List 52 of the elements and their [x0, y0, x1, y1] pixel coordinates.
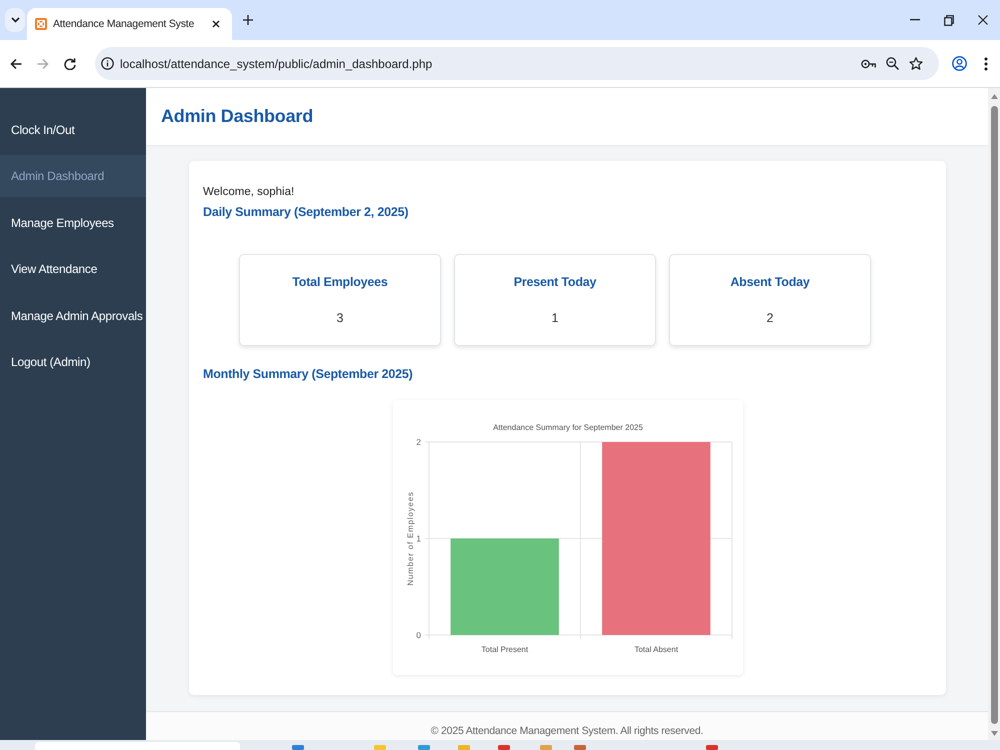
more-vertical-icon: [984, 56, 988, 70]
section-heading: Monthly Summary (September 2025): [203, 366, 414, 383]
category-label: Total Present: [480, 645, 528, 654]
stat-label: Present Today: [514, 274, 596, 290]
page-title: Admin Dashboard: [161, 106, 314, 127]
taskbar-app-icon[interactable]: [574, 745, 586, 750]
taskbar-app-icon[interactable]: [498, 745, 510, 750]
category-label: Total Absent: [634, 645, 678, 654]
star-icon: [909, 57, 923, 70]
stat-label: Total Employees: [292, 274, 388, 290]
scrollbar[interactable]: [988, 88, 1000, 740]
scroll-up-icon: [990, 94, 998, 99]
plus-icon: [243, 15, 254, 25]
info-icon: [101, 57, 114, 70]
restore-icon: [944, 14, 954, 26]
stat-value: 3: [336, 310, 344, 326]
chart-title: Attendance Summary for September 2025: [492, 423, 642, 432]
minimize-icon: [910, 19, 920, 21]
scrollbar-thumb[interactable]: [990, 106, 998, 724]
welcome-text: Welcome, sophia!: [203, 185, 296, 200]
axis-tick-label: 2: [416, 437, 420, 447]
close-icon: [212, 20, 220, 28]
axis-tick-label: 0: [416, 630, 420, 640]
tab-list-button[interactable]: [5, 8, 25, 32]
browser-tab[interactable]: Attendance Management Syste: [27, 8, 232, 40]
sidebar-item[interactable]: Manage Employees: [0, 202, 146, 244]
stat-value: 1: [552, 310, 558, 326]
taskbar-app-icon[interactable]: [706, 745, 718, 750]
sidebar-item[interactable]: View Attendance: [0, 248, 146, 290]
key-icon: [860, 58, 876, 68]
taskbar-search-field[interactable]: [35, 742, 240, 750]
sidebar-item[interactable]: Manage Admin Approvals: [0, 294, 146, 337]
address-bar[interactable]: localhost/attendance_system/public/admin_dashboard.php: [95, 47, 939, 80]
profile-icon: [952, 56, 966, 71]
chevron-down-icon: [10, 17, 20, 23]
section-heading: Daily Summary (September 2, 2025): [203, 204, 410, 221]
favicon-icon: [35, 18, 47, 30]
sidebar-item[interactable]: Admin Dashboard: [0, 155, 146, 198]
footer-text: © 2025 Attendance Management System. All rights reserved.: [430, 725, 704, 738]
scroll-down-icon: [990, 731, 998, 736]
stat-value: 2: [766, 310, 774, 326]
forward-arrow-icon: [37, 58, 49, 70]
reload-icon: [64, 58, 76, 70]
sidebar-item[interactable]: Clock In/Out: [0, 109, 146, 151]
stat-label: Absent Today: [730, 274, 810, 290]
zoom-icon: [886, 57, 898, 70]
sidebar-item[interactable]: Logout (Admin): [0, 340, 146, 383]
close-icon: [978, 15, 988, 25]
taskbar-app-icon[interactable]: [292, 745, 304, 750]
axis-tick-label: 1: [416, 534, 420, 544]
back-arrow-icon: [10, 58, 22, 70]
axis-title: Number of Employees: [406, 491, 414, 586]
